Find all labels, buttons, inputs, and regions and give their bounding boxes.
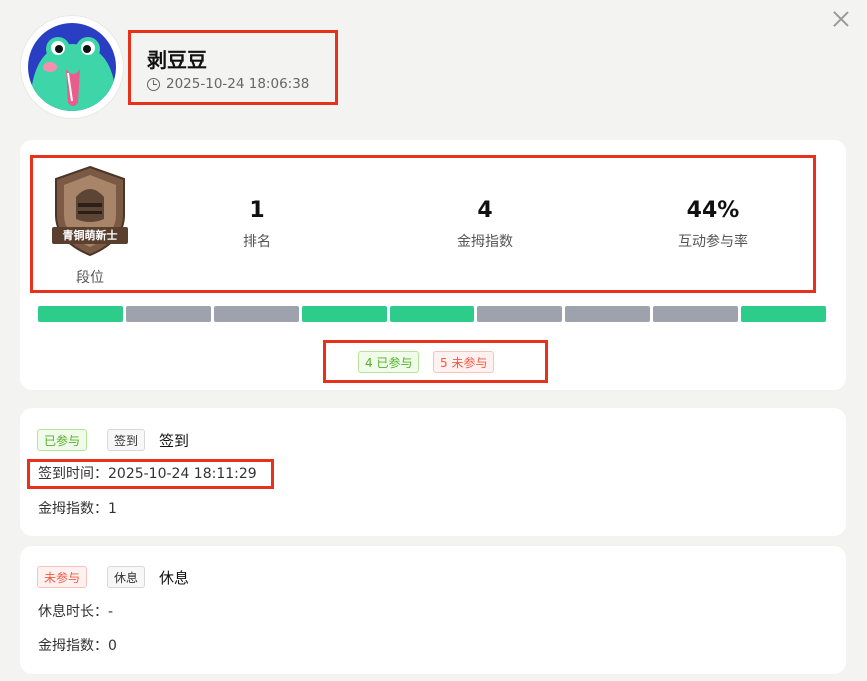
activity-detail-index: 金拇指数：0 xyxy=(38,638,117,654)
progress-segment-todo xyxy=(125,306,211,322)
highlight-box-stats xyxy=(30,155,816,293)
status-tag: 已参与 xyxy=(37,429,88,451)
activity-detail-duration: 休息时长：- xyxy=(38,604,114,620)
highlight-box-checkin-time xyxy=(27,459,274,489)
activity-title: 休息 xyxy=(159,569,190,587)
activity-title: 签到 xyxy=(159,432,190,450)
progress-segment-todo xyxy=(653,306,739,322)
status-tag: 未参与 xyxy=(37,566,88,588)
progress-segment-todo xyxy=(565,306,651,322)
activity-type-tag: 签到 xyxy=(107,429,146,451)
highlight-box-summary xyxy=(323,340,548,383)
highlight-box-header xyxy=(128,30,338,105)
activity-detail-index: 金拇指数：1 xyxy=(38,501,117,517)
activity-card xyxy=(20,546,846,674)
progress-segment-done xyxy=(389,306,475,322)
activity-type-tag: 休息 xyxy=(107,566,146,588)
progress-segment-done xyxy=(741,306,826,322)
frog-avatar-icon xyxy=(28,23,116,111)
progress-segment-done xyxy=(38,306,123,322)
avatar xyxy=(21,16,123,118)
progress-segment-todo xyxy=(213,306,299,322)
progress-segment-done xyxy=(301,306,387,322)
progress-segment-todo xyxy=(477,306,563,322)
close-button[interactable] xyxy=(830,8,852,30)
